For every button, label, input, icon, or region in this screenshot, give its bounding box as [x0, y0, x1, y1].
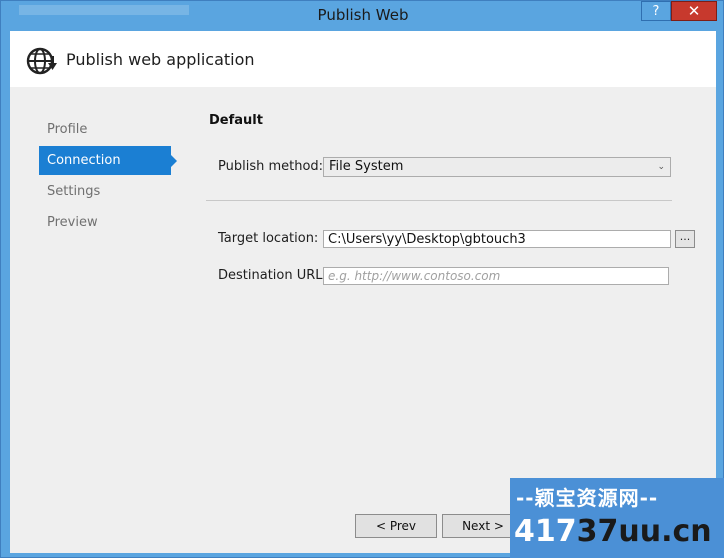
watermark-line1: --颖宝资源网--	[516, 486, 659, 510]
publish-method-value: File System	[329, 159, 404, 174]
destination-url-input[interactable]	[323, 267, 669, 285]
window-title: Publish Web	[317, 6, 409, 24]
nav-item-preview[interactable]: Preview	[39, 208, 171, 237]
title-bar[interactable]: Publish Web ? ✕	[1, 1, 724, 31]
nav-item-connection[interactable]: Connection	[39, 146, 177, 175]
section-title: Default	[209, 113, 263, 128]
prev-button[interactable]: < Prev	[355, 514, 437, 538]
dialog-header: Publish web application	[10, 31, 716, 87]
help-button[interactable]: ?	[641, 1, 671, 21]
divider	[206, 200, 672, 201]
close-button[interactable]: ✕	[671, 1, 717, 21]
chevron-down-icon: ⌄	[657, 162, 665, 172]
publish-method-select[interactable]: File System ⌄	[323, 157, 671, 177]
header-title: Publish web application	[66, 50, 255, 69]
watermark-prefix: 417	[514, 514, 577, 549]
publish-web-window: Publish Web ? ✕ Publish web application …	[0, 0, 724, 558]
nav-item-settings[interactable]: Settings	[39, 177, 171, 206]
publish-method-label: Publish method:	[218, 159, 324, 174]
watermark-line2: 41737uu.cn	[514, 514, 712, 549]
target-location-input[interactable]	[323, 230, 671, 248]
nav-item-profile[interactable]: Profile	[39, 115, 171, 144]
globe-icon	[26, 47, 57, 75]
watermark: --颖宝资源网-- 41737uu.cn	[510, 478, 724, 558]
dialog-content: Publish web application Profile Connecti…	[10, 31, 716, 553]
destination-url-label: Destination URL:	[218, 268, 327, 283]
target-location-label: Target location:	[218, 231, 319, 246]
wizard-nav: Profile Connection Settings Preview	[39, 115, 177, 239]
browse-button[interactable]: ...	[675, 230, 695, 248]
watermark-main: 37uu.cn	[576, 514, 712, 549]
